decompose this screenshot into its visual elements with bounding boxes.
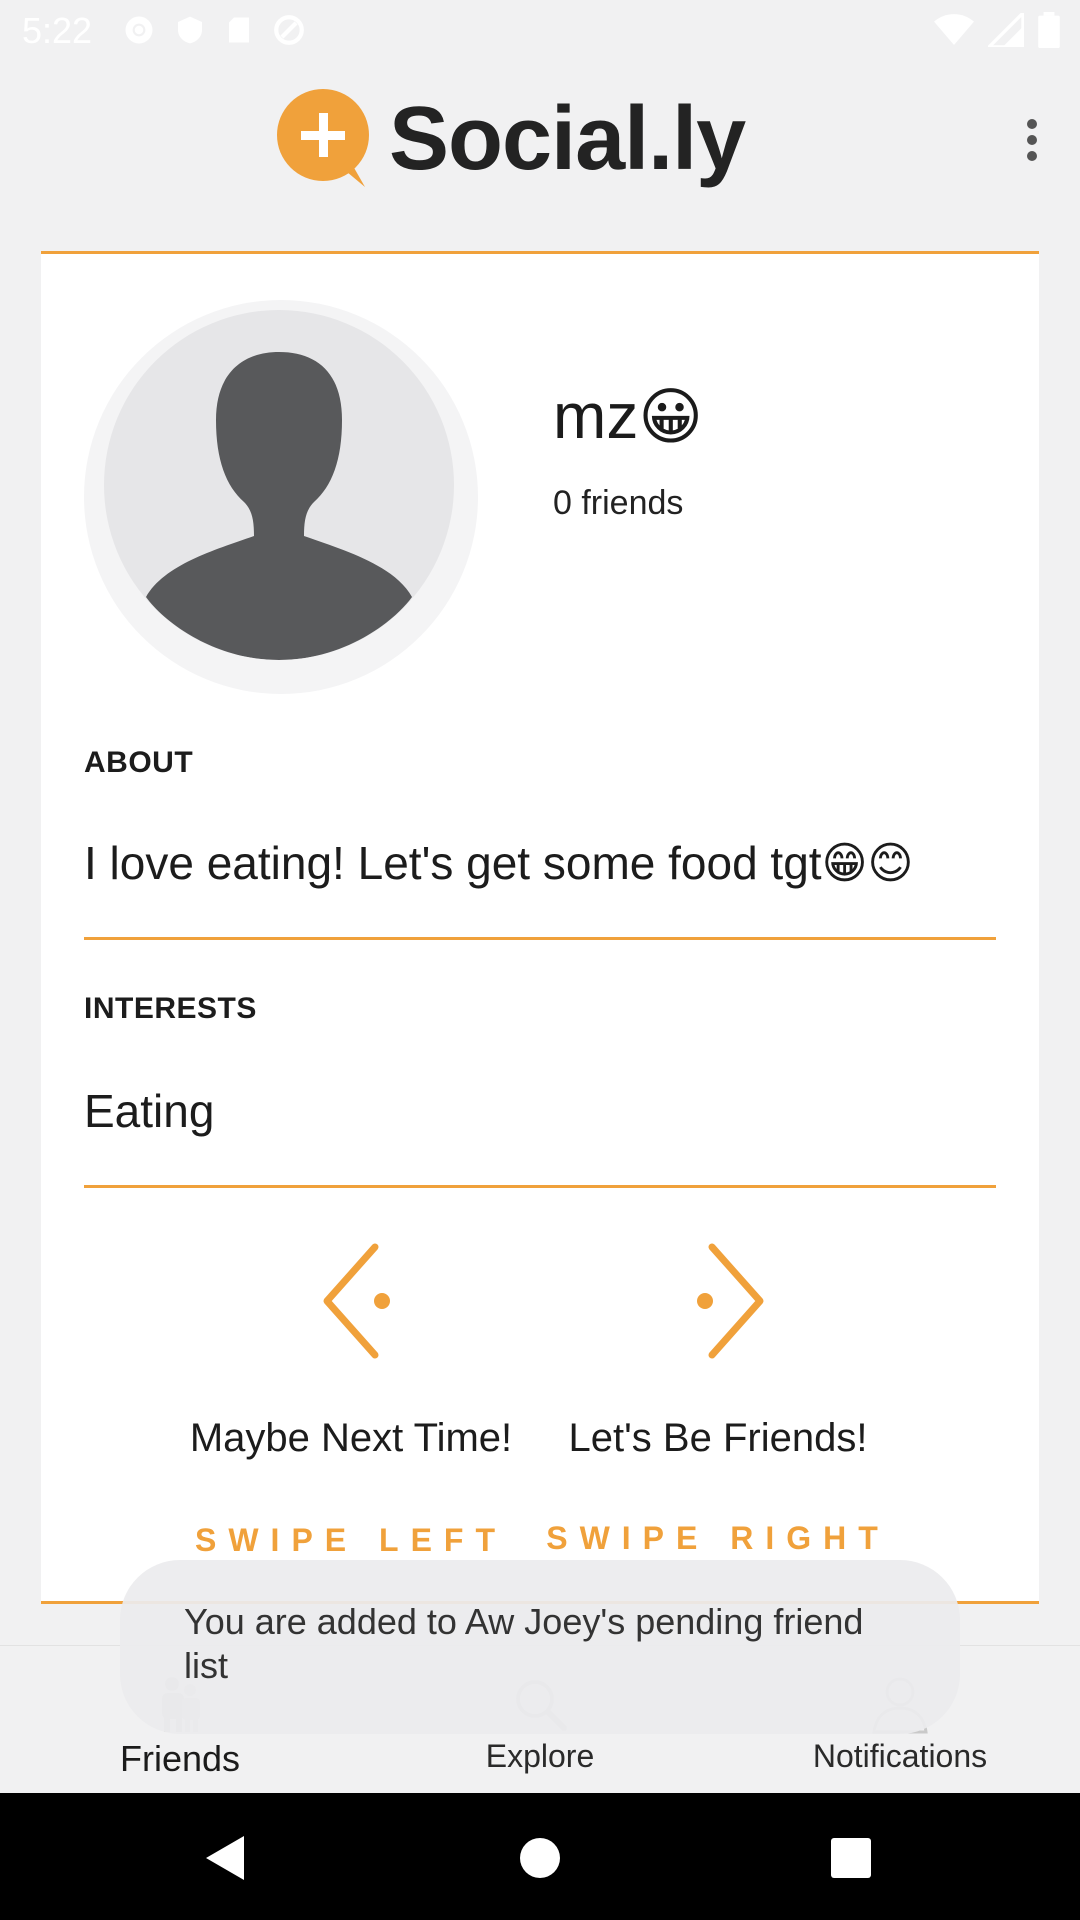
default-avatar-silhouette-icon — [146, 352, 412, 660]
nav-label-explore: Explore — [485, 1738, 595, 1774]
app-logo: Social.ly — [275, 87, 746, 191]
battery-icon — [1038, 12, 1060, 48]
avatar — [104, 310, 454, 660]
about-emojis: 😁😊 — [821, 838, 914, 888]
status-icons-right — [934, 10, 1060, 50]
back-button[interactable] — [190, 1823, 260, 1893]
status-icons-left — [122, 10, 306, 50]
maybe-next-time-button[interactable]: Maybe Next Time! — [161, 1416, 541, 1461]
friends-count: 0 friends — [553, 484, 684, 522]
name-emoji: 😀 — [638, 382, 703, 452]
interests-divider — [84, 1185, 996, 1188]
nav-label-notifications: Notifications — [812, 1738, 988, 1774]
app-bar: Social.ly — [0, 62, 1080, 212]
be-friends-button[interactable]: Let's Be Friends! — [528, 1416, 908, 1461]
more-options-button[interactable] — [1002, 110, 1062, 170]
app-title: Social.ly — [389, 88, 746, 189]
swipe-right-hint: SWIPE RIGHT — [546, 1520, 890, 1556]
home-button[interactable] — [505, 1823, 575, 1893]
interests-label: INTERESTS — [84, 992, 257, 1025]
about-text-body: I love eating! Let's get some food tgt — [84, 837, 822, 889]
home-icon — [520, 1838, 560, 1878]
profile-name-text: mz — [553, 380, 639, 452]
profile-card[interactable]: mz 😀 0 friends ABOUT I love eating! Let'… — [41, 251, 1039, 1604]
wifi-icon — [934, 14, 974, 45]
interests-text: Eating — [84, 1085, 215, 1137]
chevron-right-icon[interactable] — [684, 1241, 774, 1361]
about-divider — [84, 937, 996, 940]
back-icon — [206, 1836, 244, 1880]
nav-label-friends: Friends — [119, 1738, 241, 1779]
about-label: ABOUT — [84, 746, 194, 779]
about-text: I love eating! Let's get some food tgt 😁… — [84, 836, 913, 890]
system-navigation-bar — [0, 1793, 1080, 1920]
shield-icon — [178, 16, 202, 44]
data-saver-icon — [274, 15, 304, 45]
cell-signal-icon — [988, 13, 1024, 47]
recents-button[interactable] — [816, 1823, 886, 1893]
status-bar: 5:22 — [0, 0, 1080, 62]
swipe-left-hint: SWIPE LEFT — [195, 1522, 507, 1558]
profile-name: mz 😀 — [553, 379, 703, 453]
status-time: 5:22 — [22, 10, 93, 51]
chevron-left-icon[interactable] — [313, 1241, 403, 1361]
sd-card-icon — [229, 17, 249, 43]
settings-icon — [125, 16, 153, 44]
recents-icon — [831, 1838, 871, 1878]
more-vert-icon — [1027, 119, 1037, 161]
toast-message: You are added to Aw Joey's pending frien… — [120, 1560, 960, 1734]
logo-badge-icon — [277, 89, 369, 187]
